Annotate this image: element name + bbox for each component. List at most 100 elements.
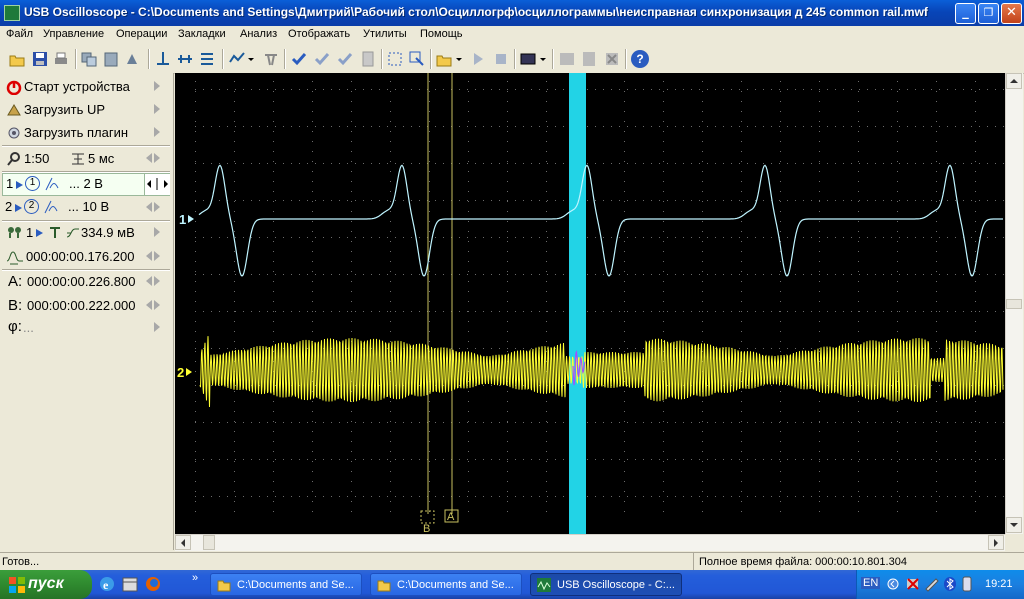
scroll-left-button[interactable]	[175, 535, 191, 550]
menu-analysis[interactable]: Анализ	[240, 28, 277, 40]
firefox-icon[interactable]	[144, 575, 162, 593]
start-button[interactable]: пуск	[0, 570, 92, 599]
chevron-down-icon[interactable]	[538, 50, 548, 68]
chevron-right-icon[interactable]	[154, 300, 160, 310]
start-device-item[interactable]: Старт устройства	[2, 76, 170, 98]
load-plugin-item[interactable]: Загрузить плагин	[2, 122, 170, 144]
check-down-icon[interactable]	[336, 50, 354, 68]
stop-icon[interactable]	[492, 50, 510, 68]
taskbar-task-folder-1[interactable]: C:\Documents and Se...	[210, 573, 362, 596]
title-bar[interactable]: USB Oscilloscope - C:\Documents and Sett…	[0, 0, 1024, 26]
chevron-left-icon[interactable]	[146, 251, 152, 261]
vertical-scrollbar[interactable]	[1005, 73, 1023, 534]
taskbar-task-oscilloscope[interactable]: USB Oscilloscope - C:...	[530, 573, 682, 596]
phase-value[interactable]: ...	[23, 320, 34, 335]
menu-utilities[interactable]: Утилиты	[363, 28, 407, 40]
ie-icon[interactable]: e	[98, 575, 116, 593]
clock[interactable]: 19:21	[985, 578, 1013, 590]
app-icon[interactable]	[4, 5, 20, 21]
print-icon[interactable]	[52, 50, 70, 68]
select-icon[interactable]	[386, 50, 404, 68]
chevron-left-icon[interactable]	[146, 202, 152, 212]
select-area-icon[interactable]	[408, 50, 426, 68]
chevron-right-icon[interactable]	[154, 153, 160, 163]
menu-display[interactable]: Отображать	[288, 28, 350, 40]
channel-2-marker-arrow[interactable]	[186, 368, 192, 376]
page-icon[interactable]	[359, 50, 377, 68]
trigger-time-row[interactable]: 000:00:00.176.200	[2, 246, 170, 268]
trigger-row[interactable]: 1 334.9 мВ	[2, 222, 170, 244]
chevron-left-icon[interactable]	[146, 276, 152, 286]
zoom-icon[interactable]	[228, 50, 246, 68]
measure-icon[interactable]	[176, 50, 194, 68]
cursor-a-row[interactable]: A: 000:00:00.226.800	[2, 271, 170, 293]
trigger-time[interactable]: 000:00:00.176.200	[26, 249, 134, 264]
horizontal-scrollbar[interactable]	[175, 534, 1005, 551]
network-disabled-icon[interactable]	[905, 576, 921, 592]
load-up-item[interactable]: Загрузить UP	[2, 99, 170, 121]
device-icon[interactable]	[961, 576, 973, 592]
safely-remove-icon[interactable]	[924, 576, 940, 592]
cursor-a-time[interactable]: 000:00:00.226.800	[27, 274, 135, 289]
menu-operations[interactable]: Операции	[116, 28, 167, 40]
timebase-div[interactable]: 5 мс	[88, 151, 114, 166]
load-icon[interactable]	[435, 50, 453, 68]
play-icon[interactable]	[469, 50, 487, 68]
phase-row[interactable]: φ: ...	[2, 317, 170, 339]
channel-2-row[interactable]: 2 2 ... 10 В	[2, 197, 170, 219]
open-icon[interactable]	[8, 50, 26, 68]
cancel-icon[interactable]	[603, 50, 621, 68]
scroll-right-button[interactable]	[988, 535, 1004, 550]
cursor-icon[interactable]	[154, 50, 172, 68]
filter-icon[interactable]	[198, 50, 216, 68]
taskbar-overflow[interactable]: »	[192, 572, 198, 584]
timebase-row[interactable]: 1:50 5 мс	[2, 148, 170, 170]
bluetooth-icon[interactable]	[943, 576, 957, 592]
display-icon[interactable]	[519, 50, 537, 68]
close-button[interactable]: ✕	[1001, 3, 1022, 24]
channel-1-row[interactable]: 1 1 ... 2 В	[2, 173, 170, 196]
channel-2-scale[interactable]: ... 10 В	[68, 199, 109, 214]
chevron-right-icon[interactable]	[154, 227, 160, 237]
check-all-icon[interactable]	[313, 50, 331, 68]
scroll-thumb[interactable]	[1006, 299, 1022, 309]
channel-1-marker[interactable]: 1	[179, 212, 186, 227]
channel-1-spin[interactable]	[144, 174, 170, 195]
menu-bookmarks[interactable]: Закладки	[178, 28, 226, 40]
cursor-b-time[interactable]: 000:00:00.222.000	[27, 298, 135, 313]
chevron-left-icon[interactable]	[146, 300, 152, 310]
chevron-right-icon[interactable]	[154, 322, 160, 332]
oscilloscope-display[interactable]: B A 1 2	[175, 73, 1005, 535]
delete-icon[interactable]	[262, 50, 280, 68]
table-icon[interactable]	[580, 50, 598, 68]
chevron-down-icon[interactable]	[246, 50, 256, 68]
chevron-right-icon[interactable]	[154, 202, 160, 212]
calendar-icon[interactable]	[121, 575, 139, 593]
chevron-left-icon[interactable]	[146, 153, 152, 163]
maximize-button[interactable]: ❐	[978, 3, 999, 24]
chart-icon[interactable]	[558, 50, 576, 68]
check-icon[interactable]	[290, 50, 308, 68]
help-icon[interactable]: ?	[631, 50, 649, 68]
language-indicator[interactable]: EN	[861, 577, 881, 589]
channel-1-scale[interactable]: ... 2 В	[69, 176, 103, 191]
chevron-right-icon[interactable]	[154, 276, 160, 286]
scroll-thumb[interactable]	[203, 535, 215, 550]
menu-control[interactable]: Управление	[43, 28, 104, 40]
chevron-down-icon[interactable]	[454, 50, 464, 68]
taskbar-task-folder-2[interactable]: C:\Documents and Se...	[370, 573, 522, 596]
cursor-b-row[interactable]: B: 000:00:00.222.000	[2, 295, 170, 317]
waveform-canvas[interactable]: B A 1 2	[175, 73, 1005, 535]
scroll-down-button[interactable]	[1006, 517, 1022, 533]
channel-1-marker-arrow[interactable]	[188, 215, 194, 223]
cursor-b-tag[interactable]: B	[423, 523, 430, 535]
export-icon[interactable]	[124, 50, 142, 68]
trigger-level[interactable]: 334.9 мВ	[81, 225, 135, 240]
channel-2-marker[interactable]: 2	[177, 365, 184, 380]
tray-expand-icon[interactable]	[887, 578, 899, 590]
timebase-ratio[interactable]: 1:50	[24, 151, 49, 166]
paste-icon[interactable]	[102, 50, 120, 68]
menu-help[interactable]: Помощь	[420, 28, 463, 40]
chevron-right-icon[interactable]	[154, 251, 160, 261]
minimize-button[interactable]: _	[955, 3, 976, 24]
